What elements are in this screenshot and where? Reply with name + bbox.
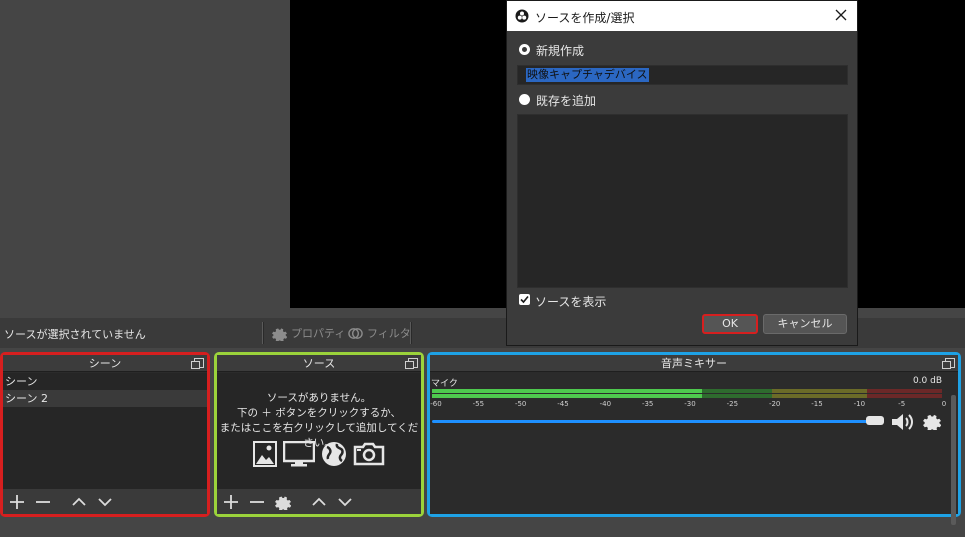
scene-list: シーン シーン 2 [3, 373, 207, 489]
add-existing-radio[interactable] [519, 94, 530, 105]
image-icon [253, 441, 277, 467]
gear-icon [275, 496, 291, 510]
add-source-button[interactable] [220, 491, 242, 513]
minus-icon [250, 500, 264, 503]
scenes-toolbar [3, 489, 207, 514]
create-select-source-dialog: ソースを作成/選択 新規作成 映像キャプチャデバイス 既存を追加 ソースを表示 … [506, 0, 858, 346]
dialog-titlebar: ソースを作成/選択 [507, 1, 857, 31]
sources-toolbar [217, 489, 421, 514]
audio-mixer-dock: 音声ミキサー マイク 0.0 dB -60 -55 -50 -45 -40 -35 -30-… [427, 352, 961, 525]
undock-icon[interactable] [405, 358, 418, 369]
add-existing-label: 既存を追加 [536, 94, 597, 108]
volume-slider-track[interactable] [432, 420, 874, 423]
add-scene-button[interactable] [6, 491, 28, 513]
dialog-title: ソースを作成/選択 [535, 11, 635, 25]
camera-icon [353, 442, 385, 466]
dock-title-bar: シーン [3, 355, 207, 372]
mixer-body: マイク 0.0 dB -60 -55 -50 -45 -40 -35 -30 -25 -20 -1… [430, 373, 958, 525]
meter-scale: -60 -55 -50 -45 -40 -35 -30 -25 -20 -15 -10 -5 0 [430, 400, 947, 412]
obs-logo-icon [515, 9, 529, 23]
properties-button[interactable]: プロパティ [272, 323, 345, 343]
gear-icon [923, 414, 942, 432]
meter-tick-label: -40 [599, 400, 612, 408]
volume-slider-handle[interactable] [866, 416, 884, 425]
source-properties-button[interactable] [272, 491, 294, 513]
filters-label: フィルタ [367, 327, 411, 340]
chevron-up-icon [312, 497, 326, 506]
move-source-down-button[interactable] [334, 491, 356, 513]
meter-tick-label: -45 [557, 400, 569, 408]
undock-icon[interactable] [191, 358, 204, 369]
meter-tick-label: -35 [641, 400, 654, 408]
scene-item[interactable]: シーン 2 [3, 390, 207, 407]
mixer-scrollbar[interactable] [951, 395, 956, 525]
meter-tick-label: -60 [430, 400, 442, 408]
move-scene-up-button[interactable] [68, 491, 90, 513]
move-source-up-button[interactable] [308, 491, 330, 513]
source-name-input[interactable]: 映像キャプチャデバイス [517, 65, 848, 85]
create-new-radio[interactable] [519, 44, 530, 55]
sources-dock-title: ソース [302, 357, 336, 370]
meter-tick-label: -5 [898, 400, 906, 408]
chevron-down-icon [98, 497, 112, 506]
remove-scene-button[interactable] [32, 491, 54, 513]
preview-background [0, 0, 290, 308]
filters-button[interactable]: フィルタ [348, 323, 411, 343]
plus-icon [224, 494, 238, 509]
dock-title-bar: ソース [217, 355, 421, 372]
ok-button[interactable]: OK [702, 314, 758, 334]
plus-icon [10, 494, 24, 509]
speaker-icon [892, 414, 913, 430]
existing-sources-list[interactable] [517, 114, 848, 288]
context-separator [410, 322, 412, 344]
mixer-channel-name: マイク [431, 379, 458, 389]
filter-icon [348, 327, 363, 339]
context-status-text: ソースが選択されていません [4, 328, 146, 341]
browser-globe-icon [322, 442, 346, 466]
scenes-dock: シーン シーン シーン 2 [0, 352, 210, 517]
source-name-value: 映像キャプチャデバイス [526, 68, 649, 82]
show-source-checkbox[interactable] [519, 294, 530, 305]
mixer-settings-button[interactable] [923, 412, 942, 433]
properties-label: プロパティ [291, 327, 346, 340]
mixer-db-value: 0.0 dB [912, 376, 942, 386]
mixer-dock-title: 音声ミキサー [661, 357, 727, 370]
meter-tick-label: -30 [684, 400, 696, 408]
undock-icon[interactable] [942, 358, 955, 369]
context-separator [262, 322, 264, 344]
gear-icon [272, 327, 287, 341]
chevron-up-icon [72, 497, 86, 506]
minus-icon [36, 500, 50, 503]
sources-dock: ソース ソースがありません。 下の ＋ ボタンをクリックするか、 またはここを右… [214, 352, 424, 517]
source-list[interactable]: ソースがありません。 下の ＋ ボタンをクリックするか、 またはここを右クリック… [217, 373, 421, 489]
checkmark-icon [520, 295, 529, 304]
empty-message-line: 下の ＋ ボタンをクリックするか、 [237, 407, 401, 419]
cancel-button[interactable]: キャンセル [763, 314, 847, 334]
create-new-label: 新規作成 [536, 44, 585, 58]
scene-item[interactable]: シーン [3, 373, 207, 390]
source-type-icons [217, 441, 421, 467]
scenes-dock-title: シーン [88, 357, 122, 370]
chevron-down-icon [338, 497, 352, 506]
meter-tick-label: 0 [941, 400, 947, 408]
meter-tick-label: -20 [768, 400, 781, 408]
close-icon[interactable] [833, 7, 849, 23]
remove-source-button[interactable] [246, 491, 268, 513]
meter-tick-label: -15 [811, 400, 823, 408]
display-icon [283, 441, 315, 467]
show-source-label: ソースを表示 [535, 295, 607, 309]
mute-button[interactable] [891, 412, 917, 435]
move-scene-down-button[interactable] [94, 491, 116, 513]
meter-tick-label: -25 [726, 400, 739, 408]
meter-tick-label: -10 [853, 400, 866, 408]
meter-tick-label: -50 [514, 400, 527, 408]
empty-message-line: ソースがありません。 [266, 392, 372, 404]
meter-tick-label: -55 [472, 400, 485, 408]
volume-meter [432, 389, 942, 398]
dock-title-bar: 音声ミキサー [430, 355, 958, 372]
